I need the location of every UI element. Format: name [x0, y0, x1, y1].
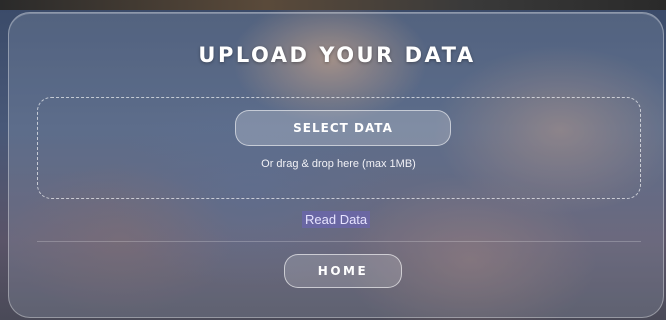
page-title: UPLOAD YOUR DATA — [198, 43, 476, 67]
select-data-button[interactable]: SELECT DATA — [235, 110, 451, 146]
dropzone-hint: Or drag & drop here (max 1MB) — [261, 158, 416, 170]
home-button[interactable]: HOME — [284, 254, 402, 288]
file-dropzone[interactable]: SELECT DATA Or drag & drop here (max 1MB… — [37, 97, 641, 199]
background-image-edge — [0, 0, 666, 10]
upload-panel: UPLOAD YOUR DATA SELECT DATA Or drag & d… — [8, 12, 664, 318]
divider — [37, 241, 641, 242]
read-data-link[interactable]: Read Data — [302, 211, 371, 228]
